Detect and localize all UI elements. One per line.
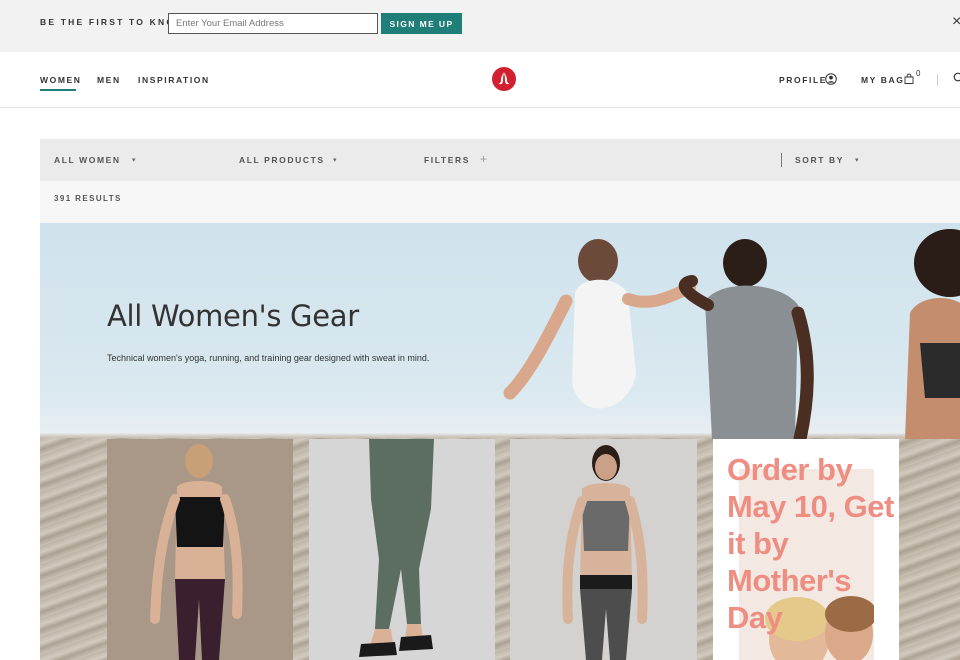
nav-men[interactable]: MEN xyxy=(97,75,121,85)
chevron-down-icon[interactable]: ▾ xyxy=(333,156,337,164)
product-tile[interactable] xyxy=(107,439,293,660)
product-tile[interactable] xyxy=(309,439,495,660)
chevron-down-icon[interactable]: ▾ xyxy=(855,156,859,164)
my-bag-link[interactable]: MY BAG xyxy=(861,75,904,85)
plus-icon[interactable]: + xyxy=(480,152,487,166)
nav-inspiration[interactable]: INSPIRATION xyxy=(138,75,210,85)
lululemon-logo-icon[interactable] xyxy=(492,67,516,91)
active-nav-underline xyxy=(40,89,76,91)
profile-icon[interactable] xyxy=(825,73,837,85)
sort-by-dropdown[interactable]: SORT BY xyxy=(795,155,844,165)
chevron-down-icon[interactable]: ▾ xyxy=(132,156,136,164)
product-image xyxy=(150,444,243,660)
bag-count-badge: 0 xyxy=(916,69,921,78)
shopping-bag-icon[interactable] xyxy=(904,73,914,84)
all-women-dropdown[interactable]: ALL WOMEN xyxy=(54,155,121,165)
all-products-dropdown[interactable]: ALL PRODUCTS xyxy=(239,155,325,165)
search-icon[interactable] xyxy=(953,72,960,84)
nav-women[interactable]: WOMEN xyxy=(40,75,82,85)
hero-subtitle: Technical women's yoga, running, and tra… xyxy=(107,353,430,363)
mothers-day-promo-tile[interactable]: Order by May 10, Get it by Mother's Day xyxy=(713,439,899,660)
sign-me-up-button[interactable]: SIGN ME UP xyxy=(381,13,462,34)
results-bar: 391 RESULTS xyxy=(40,181,960,223)
promo-label: BE THE FIRST TO KNOW xyxy=(40,17,186,27)
product-tile[interactable] xyxy=(510,439,697,660)
hero-title: All Women's Gear xyxy=(107,299,359,333)
product-image xyxy=(359,439,434,657)
hero-banner: All Women's Gear Technical women's yoga,… xyxy=(40,223,960,660)
profile-link[interactable]: PROFILE xyxy=(779,75,827,85)
promo-headline: Order by May 10, Get it by Mother's Day xyxy=(727,452,894,635)
filter-divider xyxy=(781,153,782,167)
hero-runners-image xyxy=(503,229,960,439)
filters-toggle[interactable]: FILTERS xyxy=(424,155,470,165)
product-image xyxy=(562,445,648,660)
close-icon[interactable]: × xyxy=(952,14,960,30)
email-input[interactable] xyxy=(168,13,378,34)
header-divider xyxy=(937,74,938,86)
site-header: WOMEN MEN INSPIRATION PROFILE MY BAG 0 xyxy=(0,52,960,108)
promo-bar: BE THE FIRST TO KNOW SIGN ME UP × xyxy=(0,0,960,52)
filter-bar: ALL WOMEN ▾ ALL PRODUCTS ▾ FILTERS + SOR… xyxy=(40,139,960,181)
results-count: 391 RESULTS xyxy=(54,194,122,203)
